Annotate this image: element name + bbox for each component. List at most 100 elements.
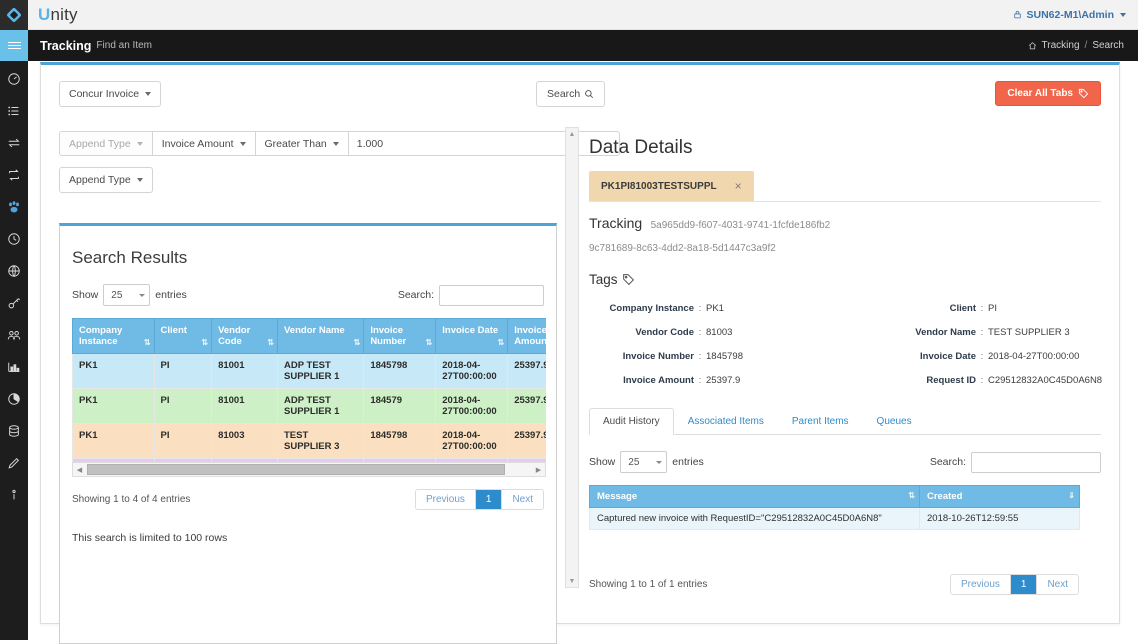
- tracking-label: Tracking: [589, 215, 642, 231]
- clear-all-tabs-label: Clear All Tabs: [1007, 88, 1073, 99]
- sidebar-item-globe-icon[interactable]: [0, 255, 28, 287]
- table-row[interactable]: Captured new invoice with RequestID="C29…: [590, 508, 1080, 530]
- filter-field-dropdown[interactable]: Invoice Amount: [152, 131, 255, 156]
- sort-icon: ⇅: [908, 491, 914, 500]
- cell-company-instance: PK1: [73, 354, 155, 389]
- column-header-message[interactable]: Message ⇅: [590, 486, 920, 508]
- field-separator: :: [976, 375, 988, 386]
- field-separator: :: [694, 327, 706, 338]
- detail-fields-grid: Company Instance : PK1 Client : PI Vendo…: [589, 303, 1101, 386]
- top-bar: Unity SUN62-M1\Admin: [28, 0, 1138, 30]
- page-title: Tracking: [40, 39, 91, 53]
- audit-table-header-row: Message ⇅ Created⇓: [590, 486, 1080, 508]
- column-header-company-instance[interactable]: Company Instance⇅: [73, 319, 155, 354]
- table-row[interactable]: PK1 PI 81001 ADP TEST SUPPLIER 1 1845798…: [73, 354, 547, 389]
- column-header-client[interactable]: Client⇅: [154, 319, 212, 354]
- column-header-created[interactable]: Created⇓: [920, 486, 1080, 508]
- field-separator: :: [976, 327, 988, 338]
- column-header-invoice-number[interactable]: Invoice Number⇅: [364, 319, 436, 354]
- search-button[interactable]: Search: [536, 81, 605, 107]
- results-search-group: Search:: [398, 285, 544, 306]
- user-menu[interactable]: SUN62-M1\Admin: [1013, 9, 1126, 21]
- results-table-header-row: Company Instance⇅ Client⇅ Vendor Code⇅ V…: [73, 319, 547, 354]
- scroll-left-arrow-icon[interactable]: ◀: [73, 466, 86, 474]
- tracking-id-value: 5a965dd9-f607-4031-9741-1fcfde186fb2: [651, 220, 831, 231]
- entity-type-dropdown[interactable]: Concur Invoice: [59, 81, 161, 107]
- audit-page-length-select[interactable]: 25: [620, 451, 667, 473]
- append-type-dropdown-1[interactable]: Append Type: [59, 131, 152, 156]
- table-row[interactable]: PK1 PI 81003 TEST SUPPLIER 3 1845798 201…: [73, 424, 547, 459]
- sidebar-item-info-icon[interactable]: [0, 479, 28, 511]
- breadcrumb-item-tracking[interactable]: Tracking: [1042, 40, 1080, 51]
- sidebar-item-key-icon[interactable]: [0, 287, 28, 319]
- sidebar-item-list-icon[interactable]: [0, 95, 28, 127]
- tab-queues[interactable]: Queues: [863, 408, 926, 435]
- cell-created: 2018-10-26T12:59:55: [920, 508, 1080, 530]
- field-separator: :: [694, 375, 706, 386]
- tab-associated-items[interactable]: Associated Items: [674, 408, 778, 435]
- filter-operator-dropdown[interactable]: Greater Than: [255, 131, 348, 156]
- column-header-invoice-amount[interactable]: Invoice Amount⇅: [508, 319, 546, 354]
- cell-vendor-code: 81001: [212, 354, 278, 389]
- field-separator: :: [694, 303, 706, 314]
- sidebar-item-pencil-icon[interactable]: [0, 447, 28, 479]
- column-label: Client: [161, 325, 187, 336]
- results-search-input[interactable]: [439, 285, 544, 306]
- page-length-select[interactable]: 25: [103, 284, 150, 306]
- field-key-invoice-amount: Invoice Amount: [589, 375, 694, 386]
- data-details-tab-chip[interactable]: PK1PI81003TESTSUPPL ×: [589, 171, 754, 201]
- show-entries-label: Show: [72, 289, 98, 301]
- chevron-down-icon: [137, 142, 143, 146]
- column-label: Invoice Amount: [514, 325, 546, 347]
- column-label: Message: [597, 491, 637, 502]
- audit-pagination-next[interactable]: Next: [1037, 575, 1078, 594]
- clear-all-tabs-button[interactable]: Clear All Tabs: [995, 81, 1101, 106]
- chevron-down-icon: [656, 461, 662, 464]
- results-table: Company Instance⇅ Client⇅ Vendor Code⇅ V…: [72, 318, 546, 462]
- tab-audit-history[interactable]: Audit History: [589, 408, 674, 435]
- column-header-vendor-code[interactable]: Vendor Code⇅: [212, 319, 278, 354]
- table-row[interactable]: PK1 PI 81001 ADP TEST SUPPLIER 1 184579 …: [73, 389, 547, 424]
- append-type-dropdown-2[interactable]: Append Type: [59, 167, 153, 193]
- entries-label: entries: [155, 289, 187, 301]
- sidebar-item-gauge-icon[interactable]: [0, 63, 28, 95]
- column-label: Invoice Date: [442, 325, 498, 336]
- sidebar-item-bar-chart-icon[interactable]: [0, 351, 28, 383]
- results-table-controls: Show 25 entries Search:: [72, 284, 544, 306]
- chevron-down-icon: [137, 178, 143, 182]
- tab-parent-items[interactable]: Parent Items: [778, 408, 863, 435]
- sidebar-item-clock-icon[interactable]: [0, 223, 28, 255]
- chevron-down-icon: [1120, 13, 1126, 17]
- cell-client: PI: [154, 354, 212, 389]
- burger-bar: [8, 45, 21, 47]
- sidebar-item-retweet-icon[interactable]: [0, 159, 28, 191]
- pagination-previous[interactable]: Previous: [416, 490, 476, 509]
- pagination-page-1[interactable]: 1: [476, 490, 503, 509]
- rail-icon-list: [0, 61, 28, 511]
- diamond-logo-icon: [6, 7, 22, 23]
- audit-search-input[interactable]: [971, 452, 1101, 473]
- content-vertical-scrollbar[interactable]: ▲ ▼: [565, 127, 579, 588]
- results-horizontal-scrollbar[interactable]: ◀ ▶: [72, 462, 546, 477]
- brand-title: Unity: [38, 5, 78, 25]
- pagination-next[interactable]: Next: [502, 490, 543, 509]
- scroll-up-arrow-icon[interactable]: ▲: [566, 128, 578, 140]
- app-logo[interactable]: [0, 0, 28, 30]
- sidebar-item-database-icon[interactable]: [0, 415, 28, 447]
- audit-pagination-page-1[interactable]: 1: [1011, 575, 1038, 594]
- sidebar-item-paw-icon[interactable]: [0, 191, 28, 223]
- breadcrumb-item-search[interactable]: Search: [1092, 40, 1124, 51]
- scrollbar-thumb[interactable]: [87, 464, 505, 475]
- scroll-right-arrow-icon[interactable]: ▶: [532, 466, 545, 474]
- close-icon[interactable]: ×: [735, 179, 742, 193]
- sidebar-item-transfer-arrows-icon[interactable]: [0, 127, 28, 159]
- sidebar-item-pie-chart-icon[interactable]: [0, 383, 28, 415]
- entity-type-label: Concur Invoice: [69, 88, 139, 100]
- scroll-down-arrow-icon[interactable]: ▼: [566, 575, 578, 587]
- column-header-vendor-name[interactable]: Vendor Name⇅: [278, 319, 364, 354]
- menu-toggle-button[interactable]: [0, 30, 28, 61]
- audit-pagination-previous[interactable]: Previous: [951, 575, 1011, 594]
- column-header-invoice-date[interactable]: Invoice Date⇅: [436, 319, 508, 354]
- filter-operator-label: Greater Than: [265, 138, 327, 150]
- sidebar-item-users-icon[interactable]: [0, 319, 28, 351]
